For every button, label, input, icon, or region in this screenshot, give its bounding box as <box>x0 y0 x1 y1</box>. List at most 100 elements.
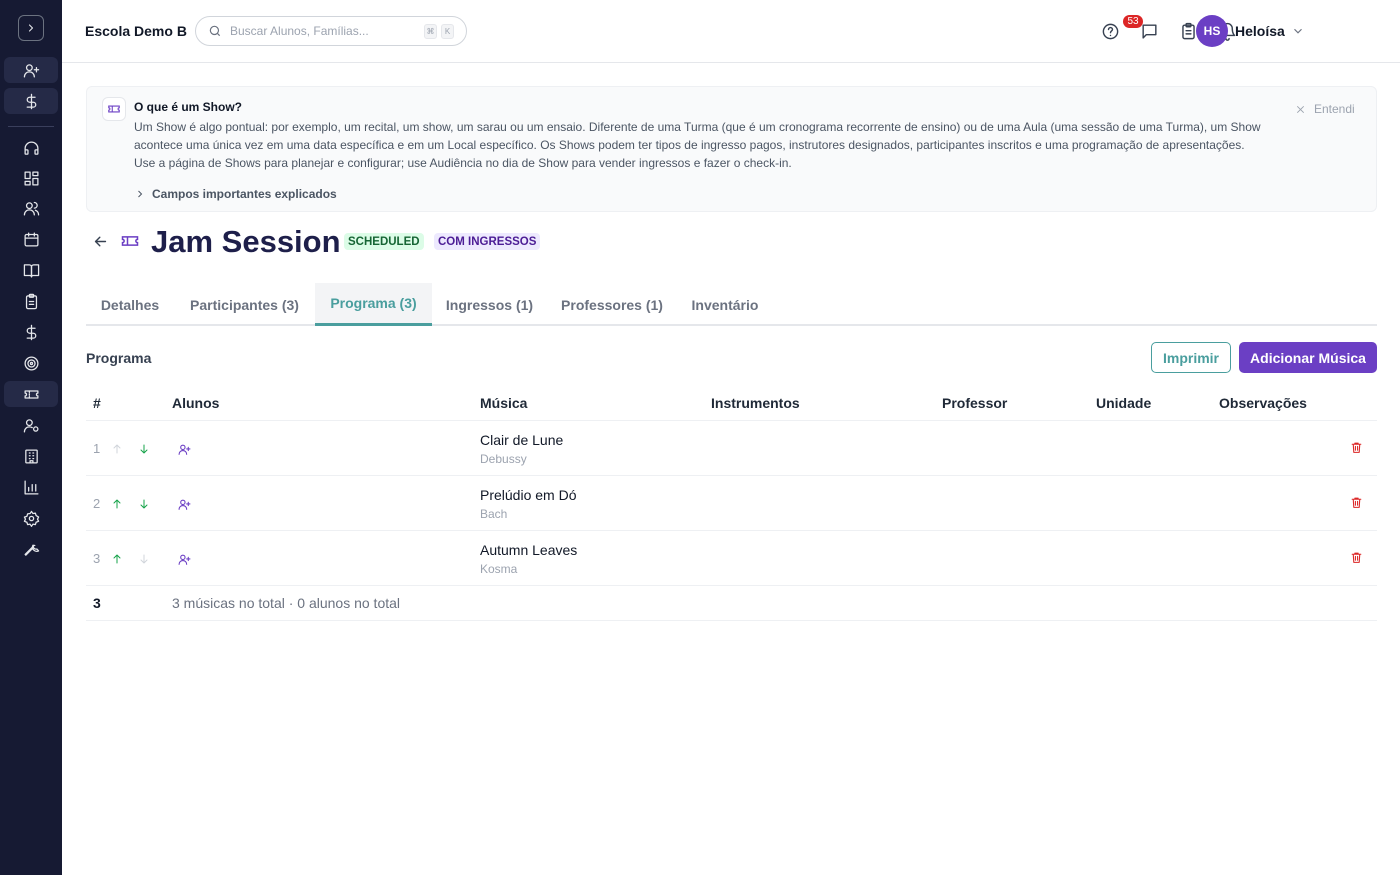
tab-details[interactable]: Detalhes <box>86 283 174 326</box>
banner-ticket-icon-box <box>102 97 126 121</box>
banner-text: Um Show é algo pontual: por exemplo, um … <box>134 120 1261 170</box>
song-title: Autumn Leaves <box>480 542 578 558</box>
user-cog-icon <box>23 418 39 433</box>
user-plus-icon <box>178 554 191 565</box>
move-up-button[interactable] <box>111 552 123 564</box>
shortcut-key-cmd: ⌘ <box>424 23 437 39</box>
sidebar-item-enrollment[interactable] <box>4 57 58 83</box>
column-notes: Observações <box>1219 395 1307 411</box>
sidebar <box>0 0 62 875</box>
sidebar-toggle-button[interactable] <box>18 15 44 41</box>
tab-inventory[interactable]: Inventário <box>677 283 773 326</box>
arrow-up-icon <box>113 554 121 564</box>
delete-song-button[interactable] <box>1350 441 1364 455</box>
back-button[interactable] <box>92 233 110 251</box>
tab-participants[interactable]: Participantes (3) <box>174 283 315 326</box>
move-up-button[interactable] <box>111 497 123 509</box>
delete-song-button[interactable] <box>1350 496 1364 510</box>
sidebar-item-students[interactable] <box>4 195 58 221</box>
row-number: 1 <box>93 441 101 456</box>
row-number: 3 <box>93 551 101 566</box>
tab-tickets[interactable]: Ingressos (1) <box>432 283 547 326</box>
trash-icon <box>1351 552 1362 563</box>
notification-count-badge: 53 <box>1123 15 1143 28</box>
sidebar-item-billing[interactable] <box>4 88 58 114</box>
chevron-right-icon <box>138 190 143 198</box>
sidebar-item-dashboard[interactable] <box>4 165 58 191</box>
clipboard-list-icon <box>1181 22 1195 39</box>
search-input[interactable] <box>230 24 420 38</box>
sidebar-item-staff[interactable] <box>4 412 58 438</box>
move-up-button[interactable] <box>111 442 123 454</box>
assign-students-button[interactable] <box>178 498 191 511</box>
tab-bar: Detalhes Participantes (3) Programa (3) … <box>86 283 1377 326</box>
sidebar-item-courses[interactable] <box>4 257 58 283</box>
user-plus-icon <box>178 499 191 510</box>
sidebar-item-goals[interactable] <box>4 350 58 376</box>
chevron-right-icon <box>28 24 34 32</box>
table-row: 3 Autumn Leaves Kosma <box>86 531 1377 586</box>
arrow-down-icon <box>140 554 148 564</box>
arrow-up-icon <box>113 444 121 454</box>
page-title: Jam Session <box>151 224 341 259</box>
assign-students-button[interactable] <box>178 443 191 456</box>
search-box[interactable]: ⌘ K <box>195 16 467 46</box>
arrow-left-icon <box>94 236 107 247</box>
dollar-icon <box>26 324 36 340</box>
move-down-button[interactable] <box>138 442 150 454</box>
total-count: 3 <box>93 595 101 611</box>
sidebar-item-tools[interactable] <box>4 536 58 562</box>
tab-program[interactable]: Programa (3) <box>315 283 432 326</box>
table-header: # Alunos Música Instrumentos Professor U… <box>86 384 1377 421</box>
arrow-down-icon <box>140 444 148 454</box>
row-number: 2 <box>93 496 101 511</box>
users-icon <box>23 201 39 216</box>
assign-students-button[interactable] <box>178 553 191 566</box>
bar-chart-icon <box>23 479 39 495</box>
building-icon <box>24 448 38 464</box>
dollar-icon <box>26 93 36 109</box>
grid-icon <box>23 170 39 186</box>
sidebar-item-attendance[interactable] <box>4 288 58 314</box>
column-teacher: Professor <box>942 395 1008 411</box>
section-title: Programa <box>86 350 152 366</box>
column-instruments: Instrumentos <box>711 395 800 411</box>
column-song: Música <box>480 395 528 411</box>
column-unit: Unidade <box>1096 395 1152 411</box>
song-composer: Debussy <box>480 452 527 466</box>
song-composer: Kosma <box>480 562 518 576</box>
move-down-button[interactable] <box>138 552 150 564</box>
sidebar-item-shows[interactable] <box>4 381 58 407</box>
print-button[interactable]: Imprimir <box>1151 342 1231 373</box>
settings-icon <box>23 510 39 527</box>
sidebar-item-settings[interactable] <box>4 505 58 531</box>
tasks-button[interactable] <box>1178 21 1198 41</box>
tab-teachers[interactable]: Professores (1) <box>547 283 677 326</box>
banner-dismiss-button[interactable]: Entendi <box>1295 102 1355 116</box>
user-name[interactable]: Heloísa <box>1235 23 1285 39</box>
delete-song-button[interactable] <box>1350 551 1364 565</box>
column-number: # <box>93 395 101 411</box>
sidebar-item-reports[interactable] <box>4 474 58 500</box>
add-song-button[interactable]: Adicionar Música <box>1239 342 1377 373</box>
move-down-button[interactable] <box>138 497 150 509</box>
sidebar-item-support[interactable] <box>4 135 58 161</box>
info-banner: O que é um Show? Um Show é algo pontual:… <box>86 86 1377 212</box>
chevron-down-icon <box>1294 28 1302 34</box>
table-footer: 3 3 músicas no total · 0 alunos no total <box>86 585 1377 621</box>
trash-icon <box>1351 497 1362 508</box>
sidebar-item-finance[interactable] <box>4 319 58 345</box>
user-menu-toggle[interactable] <box>1291 24 1305 38</box>
ticket-icon <box>23 389 39 399</box>
sidebar-item-locations[interactable] <box>4 443 58 469</box>
banner-expand-toggle[interactable]: Campos importantes explicados <box>134 187 337 201</box>
calendar-icon <box>23 231 39 247</box>
search-icon <box>209 25 221 37</box>
song-title: Clair de Lune <box>480 432 564 448</box>
user-avatar[interactable]: HS <box>1196 15 1228 47</box>
help-button[interactable] <box>1100 21 1120 41</box>
song-composer: Bach <box>480 507 508 521</box>
sidebar-item-calendar[interactable] <box>4 226 58 252</box>
arrow-up-icon <box>113 499 121 509</box>
book-open-icon <box>23 263 39 278</box>
